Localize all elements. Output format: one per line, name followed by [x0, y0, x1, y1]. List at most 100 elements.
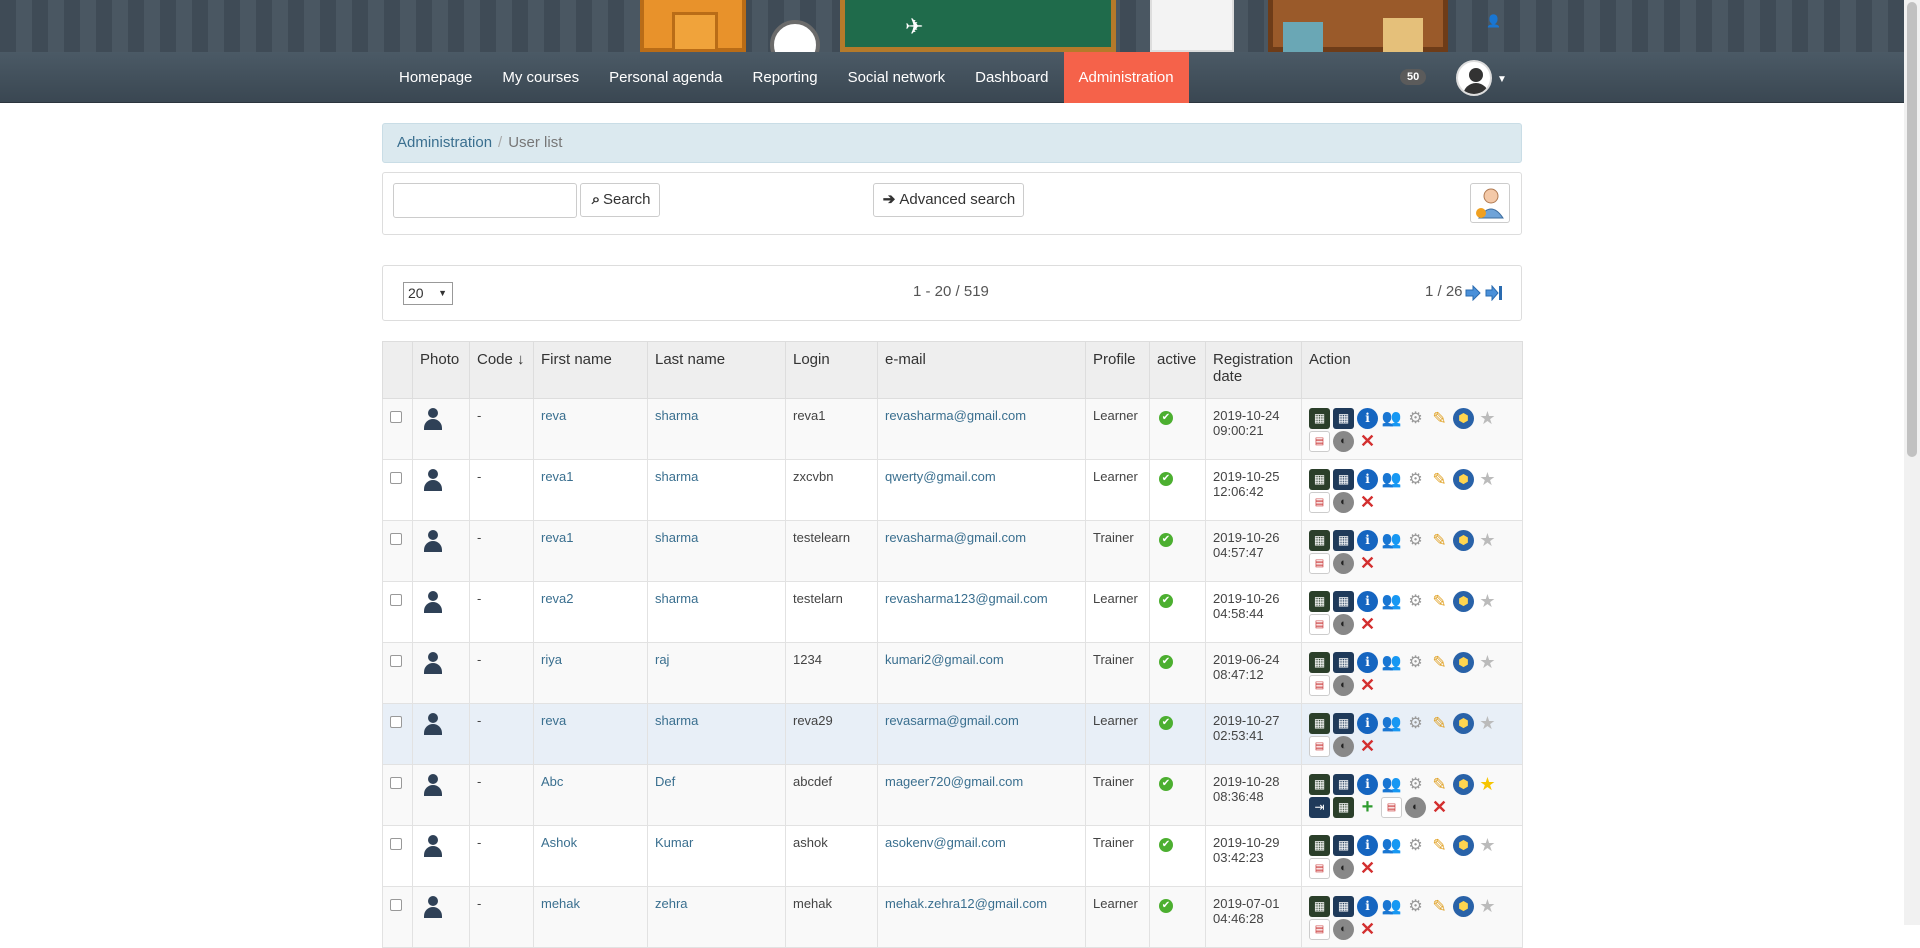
settings-icon[interactable]: ⚙: [1405, 835, 1426, 856]
session-board-icon[interactable]: ▦: [1333, 408, 1354, 429]
cell-first-name[interactable]: reva1: [533, 520, 648, 582]
nav-item-personal-agenda[interactable]: Personal agenda: [594, 52, 737, 103]
cell-last-name[interactable]: raj: [647, 642, 786, 704]
header-profile[interactable]: Profile: [1085, 341, 1150, 399]
course-board-icon[interactable]: ▦: [1309, 713, 1330, 734]
assign-user-icon[interactable]: 👥: [1381, 835, 1402, 856]
nav-item-homepage[interactable]: Homepage: [384, 52, 487, 103]
cell-last-name[interactable]: sharma: [647, 520, 786, 582]
header-code[interactable]: Code ↓: [469, 341, 534, 399]
edit-pencil-icon[interactable]: ✎: [1429, 835, 1450, 856]
anonymous-mask-icon[interactable]: ◐: [1333, 858, 1354, 879]
shield-icon[interactable]: ⬢: [1453, 469, 1474, 490]
delete-icon[interactable]: ✕: [1357, 919, 1378, 940]
star-icon[interactable]: ★: [1477, 591, 1498, 612]
add-user-button[interactable]: [1470, 183, 1510, 223]
settings-icon[interactable]: ⚙: [1405, 774, 1426, 795]
anonymous-mask-icon[interactable]: ◐: [1333, 431, 1354, 452]
info-icon[interactable]: i: [1357, 530, 1378, 551]
settings-icon[interactable]: ⚙: [1405, 469, 1426, 490]
star-icon[interactable]: ★: [1477, 896, 1498, 917]
cell-email[interactable]: qwerty@gmail.com: [877, 459, 1086, 521]
delete-icon[interactable]: ✕: [1357, 553, 1378, 574]
star-icon[interactable]: ★: [1477, 469, 1498, 490]
assign-user-icon[interactable]: 👥: [1381, 896, 1402, 917]
cell-first-name[interactable]: reva1: [533, 459, 648, 521]
course-board-icon[interactable]: ▦: [1309, 774, 1330, 795]
cell-email[interactable]: revasarma@gmail.com: [877, 703, 1086, 765]
row-checkbox[interactable]: [390, 655, 402, 667]
active-check-icon[interactable]: ✔: [1159, 533, 1173, 547]
search-input[interactable]: [393, 183, 577, 218]
active-check-icon[interactable]: ✔: [1159, 594, 1173, 608]
cell-first-name[interactable]: riya: [533, 642, 648, 704]
active-check-icon[interactable]: ✔: [1159, 777, 1173, 791]
cell-first-name[interactable]: Abc: [533, 764, 648, 826]
shield-icon[interactable]: ⬢: [1453, 652, 1474, 673]
cell-email[interactable]: mageer720@gmail.com: [877, 764, 1086, 826]
anonymous-mask-icon[interactable]: ◐: [1333, 736, 1354, 757]
settings-icon[interactable]: ⚙: [1405, 591, 1426, 612]
info-icon[interactable]: i: [1357, 591, 1378, 612]
cell-last-name[interactable]: Def: [647, 764, 786, 826]
session-board-icon[interactable]: ▦: [1333, 896, 1354, 917]
add-course-icon[interactable]: ▦: [1333, 797, 1354, 818]
star-icon[interactable]: ★: [1477, 652, 1498, 673]
delete-icon[interactable]: ✕: [1357, 675, 1378, 696]
course-board-icon[interactable]: ▦: [1309, 469, 1330, 490]
nav-item-reporting[interactable]: Reporting: [738, 52, 833, 103]
row-checkbox[interactable]: [390, 838, 402, 850]
cell-first-name[interactable]: reva: [533, 398, 648, 460]
session-board-icon[interactable]: ▦: [1333, 835, 1354, 856]
nav-item-my-courses[interactable]: My courses: [487, 52, 594, 103]
active-check-icon[interactable]: ✔: [1159, 472, 1173, 486]
page-scrollbar[interactable]: [1904, 0, 1920, 925]
session-board-icon[interactable]: ▦: [1333, 774, 1354, 795]
user-avatar-icon[interactable]: [1456, 60, 1492, 96]
header-last-name[interactable]: Last name: [647, 341, 786, 399]
cell-first-name[interactable]: reva2: [533, 581, 648, 643]
anonymous-mask-icon[interactable]: ◐: [1333, 675, 1354, 696]
anonymous-mask-icon[interactable]: ◐: [1405, 797, 1426, 818]
cell-last-name[interactable]: sharma: [647, 459, 786, 521]
row-checkbox[interactable]: [390, 777, 402, 789]
header-email[interactable]: e-mail: [877, 341, 1086, 399]
assign-user-icon[interactable]: 👥: [1381, 591, 1402, 612]
star-icon[interactable]: ★: [1477, 530, 1498, 551]
active-check-icon[interactable]: ✔: [1159, 655, 1173, 669]
cell-email[interactable]: revasharma@gmail.com: [877, 520, 1086, 582]
shield-icon[interactable]: ⬢: [1453, 835, 1474, 856]
course-board-icon[interactable]: ▦: [1309, 408, 1330, 429]
anonymous-mask-icon[interactable]: ◐: [1333, 492, 1354, 513]
session-board-icon[interactable]: ▦: [1333, 591, 1354, 612]
info-icon[interactable]: i: [1357, 774, 1378, 795]
active-check-icon[interactable]: ✔: [1159, 899, 1173, 913]
course-board-icon[interactable]: ▦: [1309, 530, 1330, 551]
user-photo-icon[interactable]: [422, 774, 444, 796]
cell-email[interactable]: revasharma123@gmail.com: [877, 581, 1086, 643]
row-checkbox[interactable]: [390, 472, 402, 484]
assign-user-icon[interactable]: 👥: [1381, 408, 1402, 429]
header-registration-date[interactable]: Registration date: [1205, 341, 1302, 399]
info-icon[interactable]: i: [1357, 896, 1378, 917]
info-icon[interactable]: i: [1357, 652, 1378, 673]
delete-icon[interactable]: ✕: [1357, 858, 1378, 879]
edit-pencil-icon[interactable]: ✎: [1429, 652, 1450, 673]
user-photo-icon[interactable]: [422, 713, 444, 735]
settings-icon[interactable]: ⚙: [1405, 713, 1426, 734]
edit-pencil-icon[interactable]: ✎: [1429, 591, 1450, 612]
calendar-icon[interactable]: ▤: [1309, 614, 1330, 635]
breadcrumb-administration[interactable]: Administration: [397, 134, 492, 151]
edit-pencil-icon[interactable]: ✎: [1429, 896, 1450, 917]
user-photo-icon[interactable]: [422, 652, 444, 674]
shield-icon[interactable]: ⬢: [1453, 530, 1474, 551]
delete-icon[interactable]: ✕: [1357, 736, 1378, 757]
calendar-icon[interactable]: ▤: [1381, 797, 1402, 818]
assign-user-icon[interactable]: 👥: [1381, 774, 1402, 795]
row-checkbox[interactable]: [390, 899, 402, 911]
session-board-icon[interactable]: ▦: [1333, 530, 1354, 551]
session-board-icon[interactable]: ▦: [1333, 469, 1354, 490]
row-checkbox[interactable]: [390, 594, 402, 606]
notification-badge[interactable]: 50: [1400, 69, 1427, 85]
calendar-icon[interactable]: ▤: [1309, 919, 1330, 940]
